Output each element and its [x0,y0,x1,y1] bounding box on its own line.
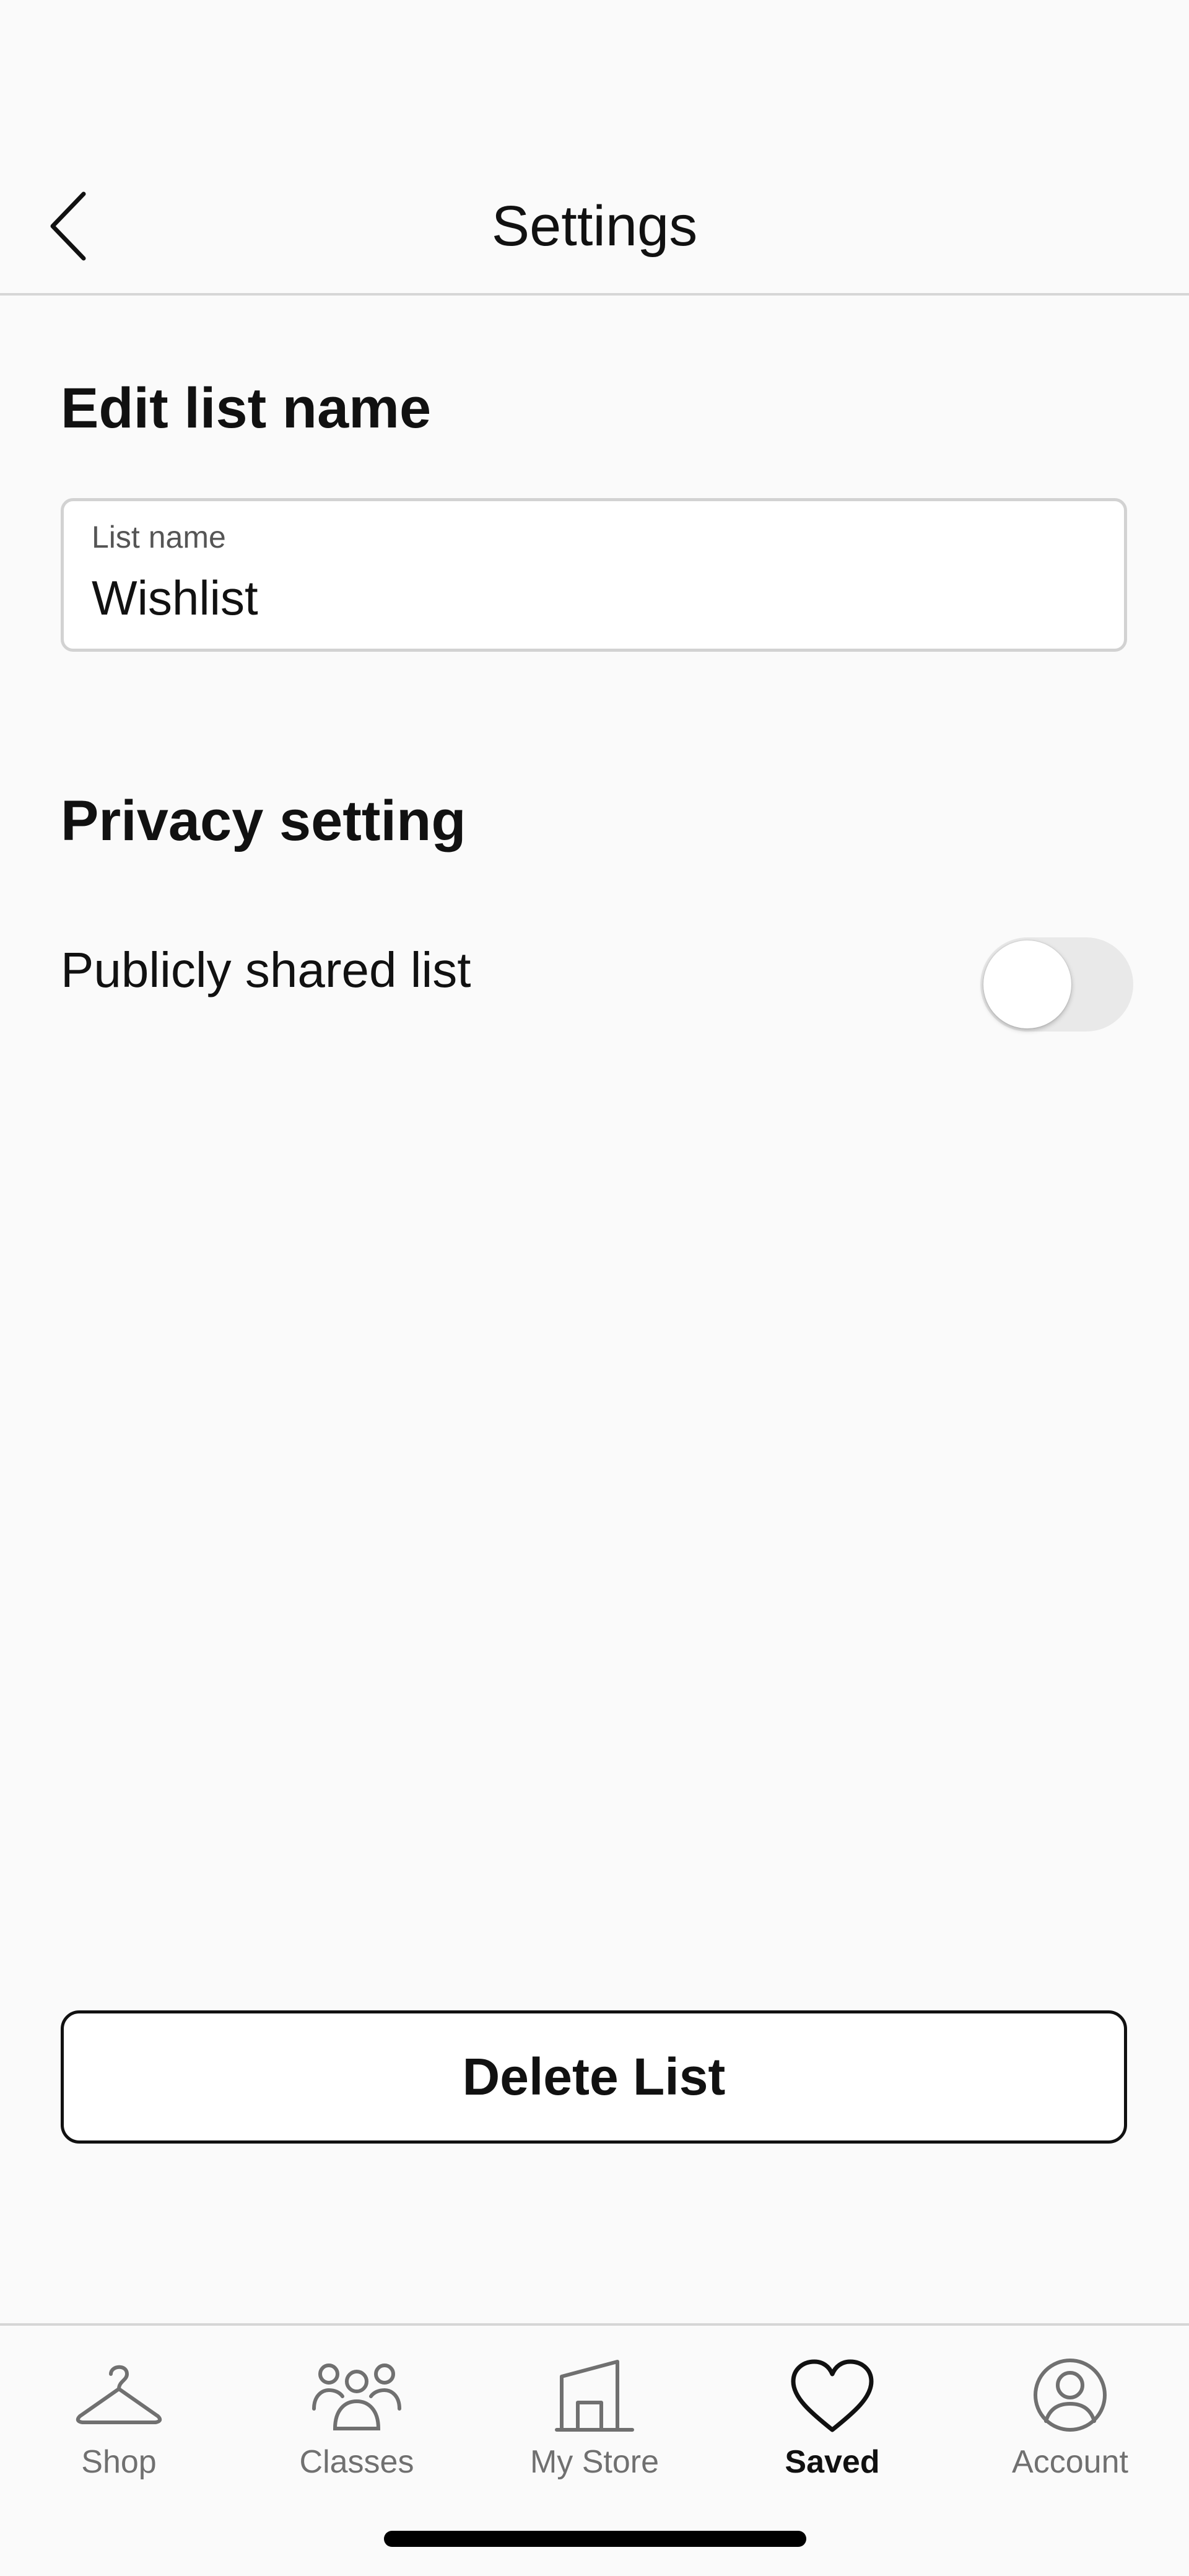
toggle-knob [983,940,1071,1028]
tab-saved[interactable]: Saved [713,2338,951,2487]
people-icon [312,2364,401,2430]
privacy-setting-heading: Privacy setting [61,789,466,852]
home-indicator [384,2531,806,2547]
publicly-shared-list-label: Publicly shared list [61,942,471,997]
user-icon [1034,2359,1107,2432]
page-title: Settings [491,195,698,258]
top-navigation-bar: Settings [0,0,1189,296]
hanger-icon [76,2365,162,2424]
tab-label-shop: Shop [81,2444,157,2480]
list-name-field[interactable]: List name [61,498,1127,652]
tab-label-saved: Saved [785,2444,880,2480]
list-name-field-label: List name [92,520,226,554]
delete-list-button[interactable]: Delete List [61,2010,1127,2144]
list-name-input[interactable] [92,567,1082,629]
publicly-shared-toggle[interactable] [980,937,1133,1032]
tab-classes[interactable]: Classes [238,2338,476,2487]
edit-list-name-heading: Edit list name [61,377,432,440]
tab-label-my-store: My Store [529,2444,660,2480]
tab-label-account: Account [1012,2444,1128,2480]
tab-my-store[interactable]: My Store [476,2338,713,2487]
heart-icon [791,2359,874,2432]
tab-shop[interactable]: Shop [0,2338,238,2487]
tab-account[interactable]: Account [951,2338,1189,2487]
store-icon [555,2360,634,2432]
tab-label-classes: Classes [299,2444,414,2480]
bottom-tab-bar: Shop Classes My Store Saved Account [0,2323,1189,2576]
